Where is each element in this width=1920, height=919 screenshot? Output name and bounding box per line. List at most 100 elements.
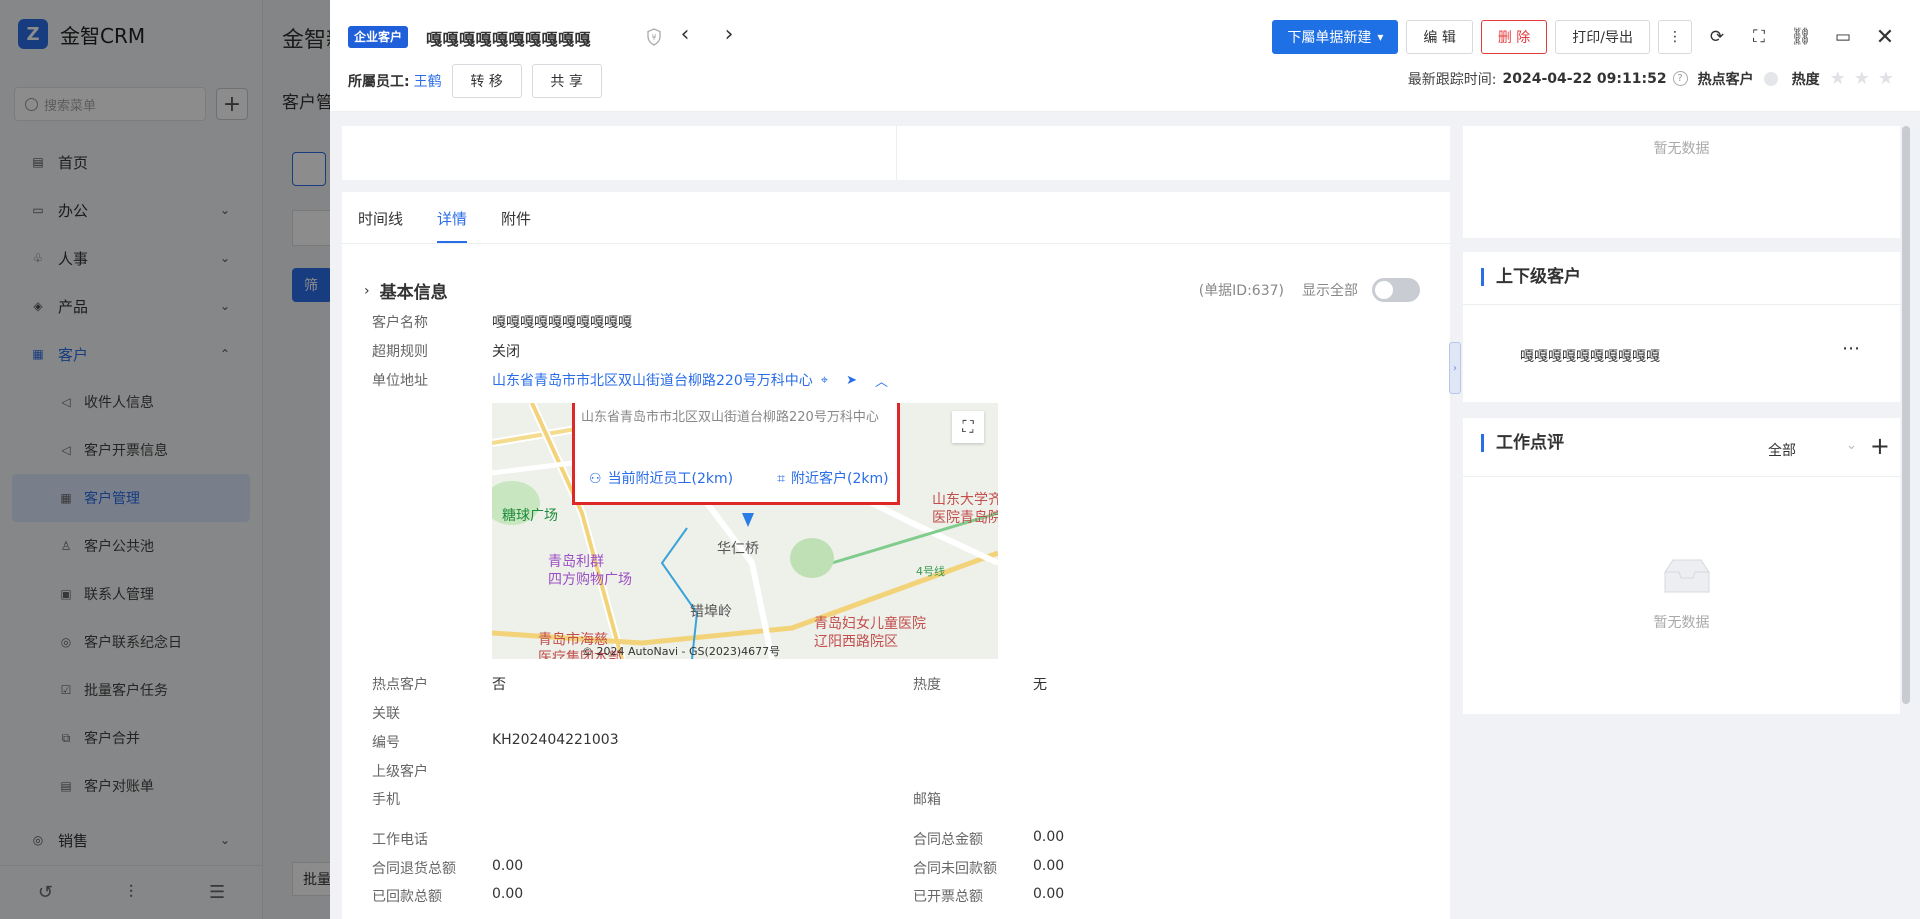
basic-info-header[interactable]: › 基本信息 (364, 278, 448, 304)
field-value: KH202404221003 (492, 732, 619, 748)
field-value: 否 (492, 677, 506, 693)
previous-record-button[interactable]: ‹ (673, 22, 697, 50)
field-label: 超期规则 (372, 344, 428, 360)
field-value: 关闭 (492, 344, 520, 360)
hot-customer-label: 热点客户 (1697, 71, 1754, 88)
field-label: 已回款总额 (372, 889, 442, 905)
map-label-line4: 4号线 (916, 565, 945, 578)
laptop-icon[interactable]: ▭ (1826, 20, 1860, 54)
field-value: 0.00 (1033, 886, 1065, 902)
print-export-button[interactable]: 打印/导出 (1555, 20, 1650, 54)
navigate-send-icon[interactable]: ➤ (846, 373, 857, 388)
field-label: 单位地址 (372, 373, 428, 389)
new-sub-document-dropdown[interactable]: 下屬单据新建 ▾ (1272, 20, 1399, 54)
address-text: 山东省青岛市市北区双山街道台柳路220号万科中心 (492, 373, 813, 389)
field-label: 编号 (372, 735, 400, 751)
work-review-card: 工作点评 全部 ⌄ + 暂无数据 (1463, 418, 1900, 714)
field-label: 合同总金额 (913, 832, 983, 848)
field-label: 邮箱 (913, 792, 941, 808)
shield-icon[interactable]: ¥ (646, 28, 662, 46)
delete-button[interactable]: 删 除 (1480, 20, 1548, 54)
owner-row: 所屬员工: 王鹤 转 移 共 享 (348, 64, 602, 98)
hierarchy-item[interactable]: 嘎嘎嘎嘎嘎嘎嘎嘎嘎嘎 (1520, 346, 1660, 366)
field-value: 0.00 (1033, 858, 1065, 874)
popup-links: ⚇ 当前附近员工(2km) ⌗ 附近客户(2km) (589, 468, 933, 488)
map-label-sugar-plaza: 糖球广场 (502, 508, 558, 524)
map-pin-icon: ⌗ (777, 471, 786, 487)
address-popup: 山东省青岛市市北区双山街道台柳路220号万科中心 ⚇ 当前附近员工(2km) ⌗ 附… (572, 403, 900, 505)
document-id: (单据ID:637) (1198, 283, 1284, 299)
review-filter-select[interactable]: 全部 (1768, 440, 1796, 460)
customer-title: 嘎嘎嘎嘎嘎嘎嘎嘎嘎嘎 (426, 30, 592, 49)
last-follow-label: 最新跟踪时间: (1407, 71, 1497, 88)
more-horizontal-icon[interactable]: ⋯ (1842, 338, 1860, 359)
address-map[interactable]: 糖球广场 青岛利群 四方购物广场 华仁桥 错埠岭 青岛市海慈 医疗集团本部 青岛… (492, 403, 998, 659)
panel-collapse-handle[interactable]: › (1449, 342, 1461, 394)
address-link[interactable]: 山东省青岛市市北区双山街道台柳路220号万科中心 ⌖ ➤ ︿ (492, 370, 888, 390)
field-label: 客户名称 (372, 315, 428, 331)
right-panel-top-card: 暂无数据 (1463, 126, 1900, 238)
map-label-cuobuling: 错埠岭 (690, 604, 732, 620)
map-fullscreen-icon[interactable]: ⛶ (952, 411, 984, 443)
more-vertical-icon[interactable]: ⋮ (1658, 20, 1692, 54)
show-all-toggle[interactable] (1372, 278, 1420, 302)
customer-detail-drawer: 企业客户 嘎嘎嘎嘎嘎嘎嘎嘎嘎嘎 ¥ ‹ › 所屬员工: 王鹤 转 移 共 享 下… (330, 0, 1920, 919)
field-label: 上级客户 (372, 764, 428, 780)
summary-card (342, 126, 1450, 180)
tab-attachments[interactable]: 附件 (501, 208, 531, 243)
field-label: 手机 (372, 792, 400, 808)
chevron-down-icon[interactable]: ⌄ (1846, 438, 1857, 453)
field-label: 关联 (372, 706, 400, 722)
edit-button[interactable]: 编 辑 (1406, 20, 1473, 54)
owner-label: 所屬员工: (348, 74, 410, 90)
heat-star-rating[interactable]: ★★★ (1830, 68, 1902, 89)
heat-label: 热度 (1791, 71, 1820, 88)
close-icon[interactable]: ✕ (1868, 20, 1902, 54)
chevron-right-icon: › (364, 282, 370, 299)
header-actions: 下屬单据新建 ▾ 编 辑 删 除 打印/导出 ⋮ ⟳ ⛶ ⛓ ▭ ✕ (1264, 20, 1902, 54)
drawer-header: 企业客户 嘎嘎嘎嘎嘎嘎嘎嘎嘎嘎 ¥ ‹ › 所屬员工: 王鹤 转 移 共 享 下… (330, 0, 1920, 112)
no-data-text: 暂无数据 (1653, 141, 1710, 157)
hot-toggle-dot[interactable] (1763, 71, 1778, 86)
hierarchy-card: 上下级客户 嘎嘎嘎嘎嘎嘎嘎嘎嘎嘎 ⋯ (1463, 252, 1900, 402)
field-label: 热点客户 (372, 677, 428, 693)
right-panel-scrollbar[interactable] (1902, 126, 1910, 704)
review-no-data: 暂无数据 (1653, 615, 1710, 631)
field-label: 热度 (913, 677, 941, 693)
help-icon[interactable]: ? (1672, 71, 1688, 86)
work-review-title: 工作点评 (1481, 434, 1564, 452)
fullscreen-icon[interactable]: ⛶ (1742, 20, 1776, 54)
refresh-icon[interactable]: ⟳ (1700, 20, 1734, 54)
nearby-staff-label: 当前附近员工(2km) (607, 471, 734, 487)
map-label-lijun: 青岛利群 四方购物广场 (548, 554, 632, 588)
tab-timeline[interactable]: 时间线 (358, 208, 403, 243)
show-all-label: 显示全部 (1302, 283, 1358, 299)
link-icon[interactable]: ⛓ (1784, 20, 1818, 54)
popup-address: 山东省青岛市市北区双山街道台柳路220号万科中心 (581, 410, 879, 425)
person-icon: ⚇ (589, 471, 602, 487)
nearby-customers-link[interactable]: ⌗ 附近客户(2km) (777, 468, 910, 488)
field-value: 0.00 (1033, 829, 1065, 845)
owner-name-link[interactable]: 王鹤 (414, 71, 442, 91)
empty-inbox-icon (1664, 559, 1710, 593)
transfer-button[interactable]: 转 移 (451, 64, 522, 98)
field-label: 工作电话 (372, 832, 428, 848)
new-sub-document-label: 下屬单据新建 (1287, 30, 1372, 46)
share-button[interactable]: 共 享 (531, 64, 602, 98)
svg-text:¥: ¥ (651, 33, 656, 42)
location-pin-icon[interactable]: ⌖ (821, 373, 828, 388)
detail-card: 时间线 详情 附件 › 基本信息 (单据ID:637) 显示全部 客户名称 嘎嘎… (342, 192, 1450, 919)
header-meta: 最新跟踪时间: 2024-04-22 09:11:52 ? 热点客户 热度 ★★… (1408, 68, 1902, 89)
nearby-customers-label: 附近客户(2km) (791, 471, 889, 487)
chevron-up-icon[interactable]: ︿ (875, 371, 888, 390)
add-review-button[interactable]: + (1870, 432, 1890, 460)
detail-tabs: 时间线 详情 附件 (342, 192, 1450, 244)
basic-info-title: 基本信息 (379, 283, 448, 303)
field-label: 已开票总额 (913, 889, 983, 905)
next-record-button[interactable]: › (717, 22, 741, 50)
last-follow-time: 2024-04-22 09:11:52 (1502, 70, 1667, 87)
field-label: 合同退货总额 (372, 861, 456, 877)
map-label-huaren-bridge: 华仁桥 (717, 541, 759, 557)
tab-details[interactable]: 详情 (437, 208, 468, 243)
nearby-staff-link[interactable]: ⚇ 当前附近员工(2km) (589, 468, 755, 488)
